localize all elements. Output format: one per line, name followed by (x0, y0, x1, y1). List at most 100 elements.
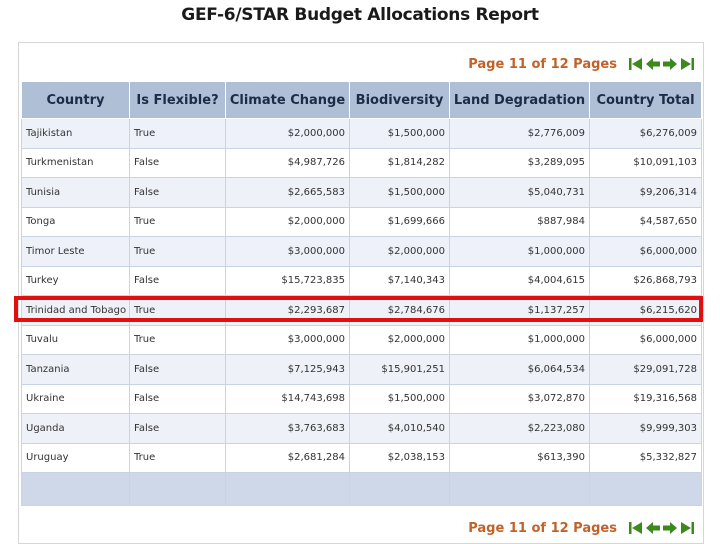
country-cell: Turkey (21, 265, 130, 296)
table-row: Uganda False $3,763,683 $4,010,540 $2,22… (21, 413, 702, 444)
empty-cell (129, 472, 226, 506)
next-page-icon[interactable] (662, 520, 678, 536)
flexible-cell: False (129, 265, 226, 296)
flexible-cell: True (129, 236, 226, 267)
table-row: Tajikistan True $2,000,000 $1,500,000 $2… (21, 118, 702, 149)
climate-change-cell: $2,000,000 (225, 118, 350, 149)
last-page-icon[interactable] (679, 56, 695, 72)
column-header-climate-change[interactable]: Climate Change (225, 81, 350, 119)
country-total-cell: $6,215,620 (589, 295, 702, 326)
land-degradation-cell: $1,137,257 (449, 295, 590, 326)
country-total-cell: $9,999,303 (589, 413, 702, 444)
first-page-icon[interactable] (628, 56, 644, 72)
table-row: Ukraine False $14,743,698 $1,500,000 $3,… (21, 383, 702, 414)
table-row: Tanzania False $7,125,943 $15,901,251 $6… (21, 354, 702, 385)
country-total-cell: $5,332,827 (589, 442, 702, 473)
country-total-cell: $19,316,568 (589, 383, 702, 414)
empty-cell (225, 472, 350, 506)
country-total-cell: $10,091,103 (589, 147, 702, 178)
table-header-row: Country Is Flexible? Climate Change Biod… (21, 81, 702, 119)
table-row: Uruguay True $2,681,284 $2,038,153 $613,… (21, 442, 702, 473)
biodiversity-cell: $2,000,000 (349, 236, 450, 267)
climate-change-cell: $2,293,687 (225, 295, 350, 326)
country-cell: Tonga (21, 206, 130, 237)
table-row-highlighted: Trinidad and Tobago True $2,293,687 $2,7… (21, 295, 702, 326)
country-total-cell: $29,091,728 (589, 354, 702, 385)
biodiversity-cell: $2,000,000 (349, 324, 450, 355)
report-panel: Page 11 of 12 Pages Country Is Flexible?… (18, 42, 704, 544)
land-degradation-cell: $6,064,534 (449, 354, 590, 385)
table-row: Tuvalu True $3,000,000 $2,000,000 $1,000… (21, 324, 702, 355)
flexible-cell: True (129, 206, 226, 237)
flexible-cell: False (129, 383, 226, 414)
column-header-country[interactable]: Country (21, 81, 130, 119)
country-cell: Tunisia (21, 177, 130, 208)
empty-cell (449, 472, 590, 506)
previous-page-icon[interactable] (645, 520, 661, 536)
country-cell: Timor Leste (21, 236, 130, 267)
previous-page-icon[interactable] (645, 56, 661, 72)
empty-cell (21, 472, 130, 506)
flexible-cell: False (129, 354, 226, 385)
country-total-cell: $9,206,314 (589, 177, 702, 208)
first-page-icon[interactable] (628, 520, 644, 536)
allocations-table: Country Is Flexible? Climate Change Biod… (21, 81, 702, 506)
climate-change-cell: $14,743,698 (225, 383, 350, 414)
column-header-is-flexible[interactable]: Is Flexible? (129, 81, 226, 119)
next-page-icon[interactable] (662, 56, 678, 72)
empty-cell (349, 472, 450, 506)
climate-change-cell: $3,000,000 (225, 236, 350, 267)
report-title: GEF-6/STAR Budget Allocations Report (181, 5, 539, 25)
empty-cell (589, 472, 702, 506)
country-cell: Tajikistan (21, 118, 130, 149)
biodiversity-cell: $1,699,666 (349, 206, 450, 237)
land-degradation-cell: $3,072,870 (449, 383, 590, 414)
biodiversity-cell: $4,010,540 (349, 413, 450, 444)
flexible-cell: True (129, 324, 226, 355)
land-degradation-cell: $613,390 (449, 442, 590, 473)
climate-change-cell: $15,723,835 (225, 265, 350, 296)
land-degradation-cell: $1,000,000 (449, 236, 590, 267)
country-cell: Uruguay (21, 442, 130, 473)
land-degradation-cell: $887,984 (449, 206, 590, 237)
biodiversity-cell: $2,784,676 (349, 295, 450, 326)
flexible-cell: False (129, 147, 226, 178)
country-cell: Uganda (21, 413, 130, 444)
country-total-cell: $6,276,009 (589, 118, 702, 149)
country-cell: Tanzania (21, 354, 130, 385)
pager-bottom: Page 11 of 12 Pages (468, 516, 695, 540)
column-header-country-total[interactable]: Country Total (589, 81, 702, 119)
climate-change-cell: $2,681,284 (225, 442, 350, 473)
country-cell: Trinidad and Tobago (21, 295, 130, 326)
land-degradation-cell: $2,776,009 (449, 118, 590, 149)
biodiversity-cell: $15,901,251 (349, 354, 450, 385)
biodiversity-cell: $2,038,153 (349, 442, 450, 473)
table-footer-row (21, 472, 702, 506)
climate-change-cell: $2,000,000 (225, 206, 350, 237)
last-page-icon[interactable] (679, 520, 695, 536)
climate-change-cell: $3,000,000 (225, 324, 350, 355)
climate-change-cell: $7,125,943 (225, 354, 350, 385)
flexible-cell: False (129, 413, 226, 444)
land-degradation-cell: $2,223,080 (449, 413, 590, 444)
country-cell: Ukraine (21, 383, 130, 414)
table-row: Timor Leste True $3,000,000 $2,000,000 $… (21, 236, 702, 267)
country-total-cell: $6,000,000 (589, 236, 702, 267)
table-row: Tunisia False $2,665,583 $1,500,000 $5,0… (21, 177, 702, 208)
climate-change-cell: $4,987,726 (225, 147, 350, 178)
climate-change-cell: $2,665,583 (225, 177, 350, 208)
country-total-cell: $26,868,793 (589, 265, 702, 296)
country-total-cell: $6,000,000 (589, 324, 702, 355)
country-total-cell: $4,587,650 (589, 206, 702, 237)
land-degradation-cell: $3,289,095 (449, 147, 590, 178)
land-degradation-cell: $4,004,615 (449, 265, 590, 296)
table-row: Turkey False $15,723,835 $7,140,343 $4,0… (21, 265, 702, 296)
climate-change-cell: $3,763,683 (225, 413, 350, 444)
flexible-cell: True (129, 295, 226, 326)
column-header-biodiversity[interactable]: Biodiversity (349, 81, 450, 119)
page-indicator: Page 11 of 12 Pages (468, 56, 617, 72)
biodiversity-cell: $1,500,000 (349, 383, 450, 414)
column-header-land-degradation[interactable]: Land Degradation (449, 81, 590, 119)
page-indicator: Page 11 of 12 Pages (468, 520, 617, 536)
biodiversity-cell: $7,140,343 (349, 265, 450, 296)
